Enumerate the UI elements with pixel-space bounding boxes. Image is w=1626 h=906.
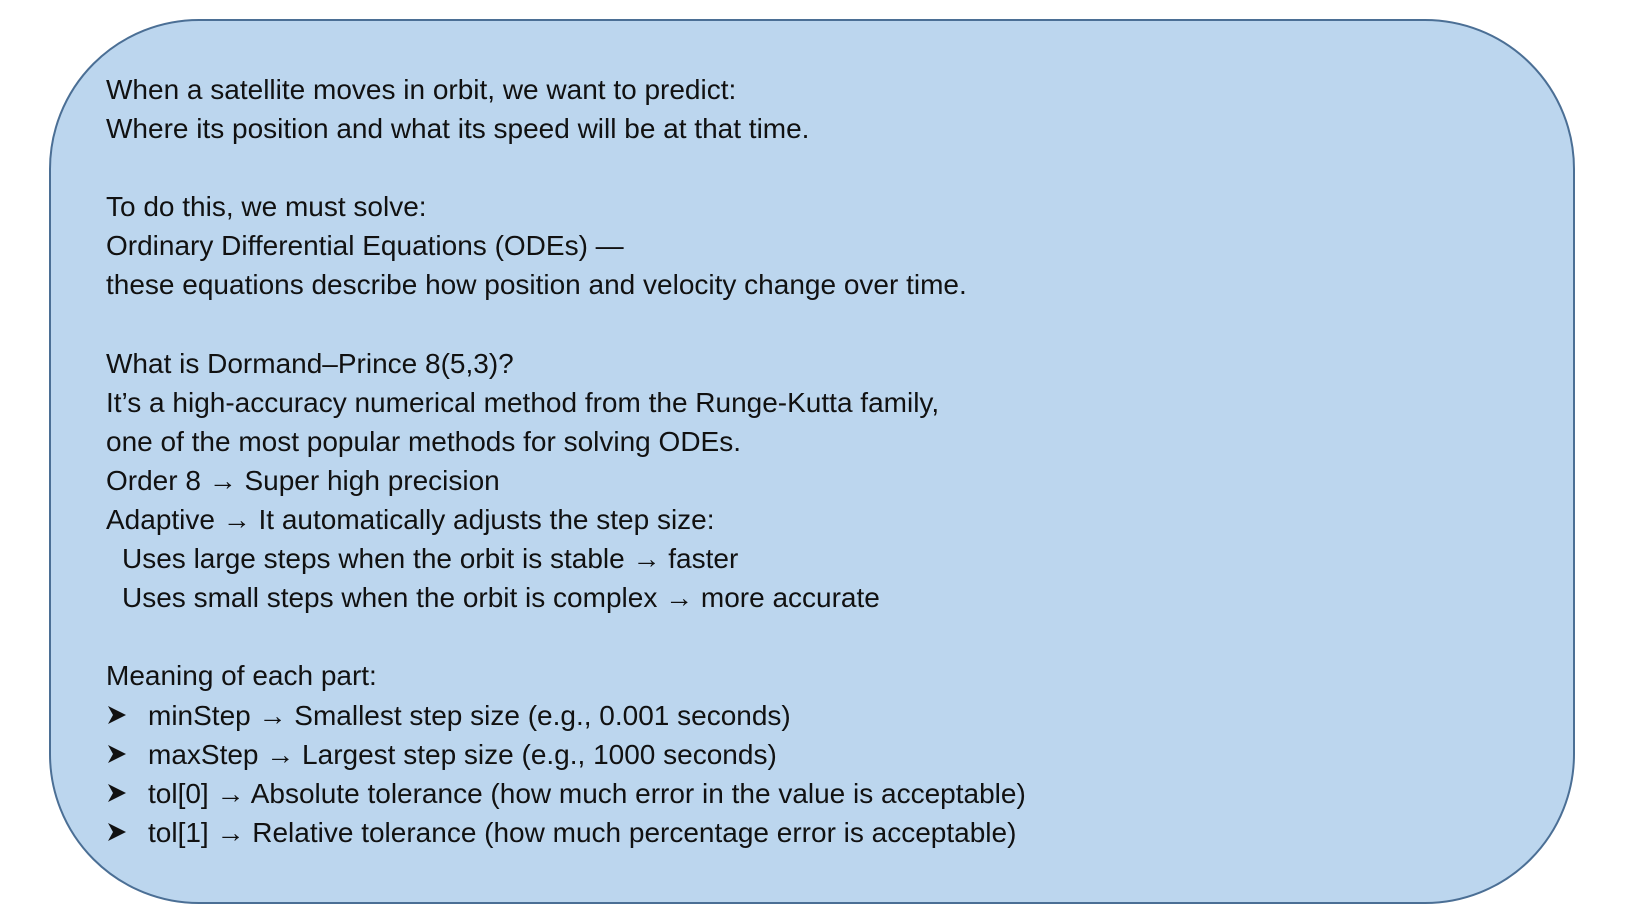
- meaning-bullet-max-step: maxStep → Largest step size (e.g., 1000 …: [106, 735, 1526, 774]
- meaning-heading: Meaning of each part:: [106, 660, 377, 692]
- meaning-bullet-tol1: tol[1] → Relative tolerance (how much pe…: [106, 813, 1526, 852]
- intro-line-1: When a satellite moves in orbit, we want…: [106, 74, 737, 105]
- bullet-text: tol[1] → Relative tolerance (how much pe…: [148, 816, 1017, 848]
- intro-line-2: Where its position and what its speed wi…: [106, 113, 810, 145]
- bullet-text: tol[0] → Absolute tolerance (how much er…: [148, 777, 1026, 809]
- method-line-5: Adaptive → It automatically adjusts the …: [106, 504, 715, 536]
- arrowhead-bullet-icon: [106, 821, 148, 843]
- solve-line-1: To do this, we must solve:: [106, 191, 427, 223]
- meaning-bullet-min-step: minStep → Smallest step size (e.g., 0.00…: [106, 696, 1526, 735]
- arrowhead-bullet-icon: [106, 704, 148, 726]
- method-line-1: What is Dormand–Prince 8(5,3)?: [106, 347, 514, 379]
- solve-line-2: Ordinary Differential Equations (ODEs) —: [106, 230, 624, 262]
- method-line-4: Order 8 → Super high precision: [106, 464, 500, 496]
- method-line-2: It’s a high-accuracy numerical method fr…: [106, 386, 940, 418]
- meaning-bullet-tol0: tol[0] → Absolute tolerance (how much er…: [106, 774, 1526, 813]
- arrowhead-bullet-icon: [106, 743, 148, 765]
- bullet-text: minStep → Smallest step size (e.g., 0.00…: [148, 699, 791, 731]
- arrowhead-bullet-icon: [106, 782, 148, 804]
- slide-text: When a satellite moves in orbit, we want…: [106, 70, 1526, 852]
- adaptive-detail-2: Uses small steps when the orbit is compl…: [122, 582, 880, 614]
- bullet-text: maxStep → Largest step size (e.g., 1000 …: [148, 738, 777, 770]
- solve-line-3: these equations describe how position an…: [106, 269, 967, 301]
- adaptive-detail-1: Uses large steps when the orbit is stabl…: [122, 543, 739, 575]
- method-line-3: one of the most popular methods for solv…: [106, 425, 741, 457]
